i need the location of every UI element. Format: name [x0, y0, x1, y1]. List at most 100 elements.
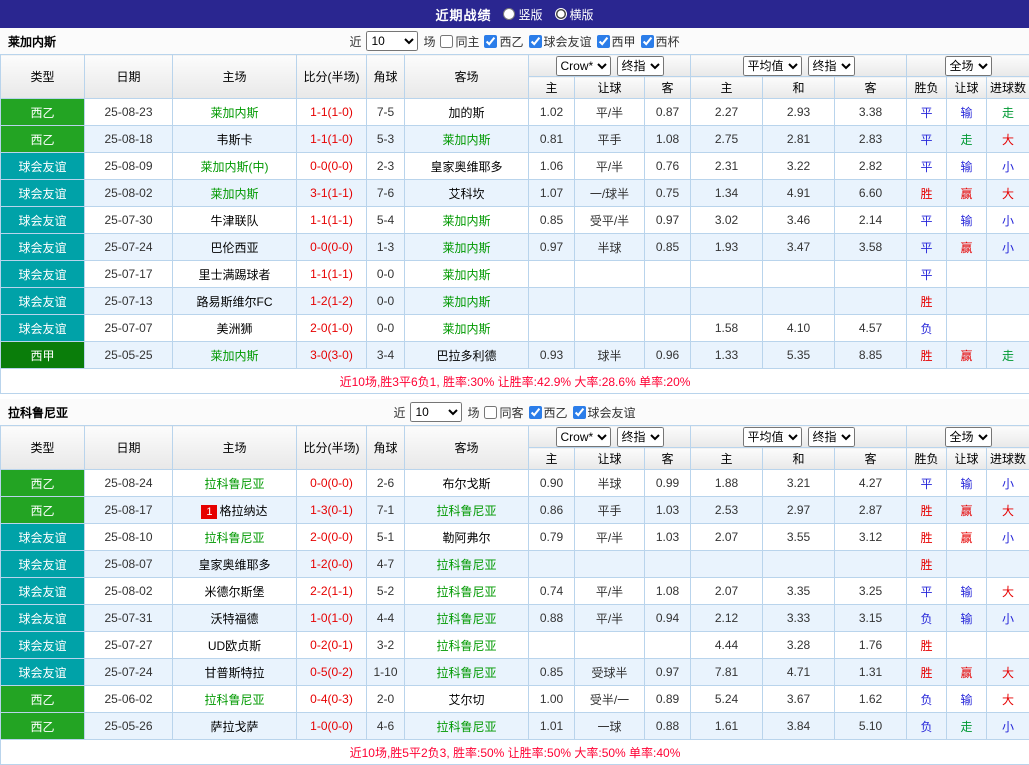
odds-company-select[interactable]: Crow*	[556, 56, 611, 76]
average-select[interactable]: 平均值	[743, 427, 802, 447]
goals-result-cell: 小	[987, 470, 1029, 497]
away-team-cell: 拉科鲁尼亚	[405, 497, 529, 524]
average-stage-select[interactable]: 终指	[808, 56, 855, 76]
away-team-link[interactable]: 莱加内斯	[442, 295, 490, 309]
away-team-link[interactable]: 莱加内斯	[442, 214, 490, 228]
league-filter[interactable]: 西乙	[484, 33, 523, 50]
header-row-groups: 类型日期主场比分(半场)角球客场Crow*终指平均值终指全场	[1, 55, 1029, 77]
away-team-link[interactable]: 拉科鲁尼亚	[436, 612, 496, 626]
odds-handicap-cell: 球半	[575, 342, 645, 369]
away-team-link[interactable]: 加的斯	[448, 106, 484, 120]
away-team-link[interactable]: 拉科鲁尼亚	[436, 666, 496, 680]
league-type-cell: 球会友谊	[1, 261, 85, 288]
home-team-link[interactable]: 米德尔斯堡	[204, 585, 264, 599]
avg-draw-cell: 3.67	[763, 686, 835, 713]
away-team-link[interactable]: 拉科鲁尼亚	[436, 558, 496, 572]
average-select[interactable]: 平均值	[743, 56, 802, 76]
odds-stage-select[interactable]: 终指	[617, 56, 664, 76]
league-checkbox[interactable]	[597, 35, 610, 48]
home-team-link[interactable]: 莱加内斯	[210, 187, 258, 201]
scope-select-group: 全场	[907, 55, 1029, 77]
league-checkbox[interactable]	[529, 406, 542, 419]
home-team-link[interactable]: 沃特福德	[210, 612, 258, 626]
away-team-link[interactable]: 艾科坎	[448, 187, 484, 201]
match-row: 西乙25-08-23莱加内斯1-1(1-0)7-5加的斯1.02平/半0.872…	[1, 99, 1029, 126]
home-team-link[interactable]: 牛津联队	[210, 214, 258, 228]
sub-column-header: 客	[835, 448, 907, 470]
match-date: 25-06-02	[85, 686, 173, 713]
match-count-select[interactable]: 10	[366, 31, 418, 51]
home-team-link[interactable]: 莱加内斯	[210, 349, 258, 363]
match-count-select[interactable]: 10	[410, 402, 462, 422]
corner-cell: 5-3	[367, 126, 405, 153]
league-checkbox[interactable]	[484, 35, 497, 48]
home-team-link[interactable]: 莱加内斯(中)	[201, 160, 269, 174]
home-team-link[interactable]: 莱加内斯	[210, 106, 258, 120]
away-team-link[interactable]: 莱加内斯	[442, 241, 490, 255]
avg-home-cell: 1.33	[691, 342, 763, 369]
corner-cell: 1-3	[367, 234, 405, 261]
away-team-link[interactable]: 拉科鲁尼亚	[436, 639, 496, 653]
home-team-link[interactable]: 韦斯卡	[216, 133, 252, 147]
away-team-link[interactable]: 巴拉多利德	[436, 349, 496, 363]
home-team-link[interactable]: 格拉纳达	[219, 504, 267, 518]
same-venue-checkbox[interactable]	[440, 35, 453, 48]
team-sections: 莱加内斯近10场同主西乙球会友谊西甲西杯类型日期主场比分(半场)角球客场Crow…	[0, 28, 1029, 765]
away-team-link[interactable]: 拉科鲁尼亚	[436, 504, 496, 518]
scope-select[interactable]: 全场	[945, 56, 992, 76]
away-team-cell: 勒阿弗尔	[405, 524, 529, 551]
sub-column-header: 进球数	[987, 448, 1029, 470]
league-checkbox[interactable]	[529, 35, 542, 48]
away-team-link[interactable]: 皇家奥维耶多	[430, 160, 502, 174]
league-checkbox[interactable]	[641, 35, 654, 48]
match-date: 25-07-30	[85, 207, 173, 234]
scope-select[interactable]: 全场	[945, 427, 992, 447]
away-team-link[interactable]: 拉科鲁尼亚	[436, 585, 496, 599]
home-team-link[interactable]: 皇家奥维耶多	[198, 558, 270, 572]
home-team-link[interactable]: 萨拉戈萨	[210, 720, 258, 734]
home-team-link[interactable]: UD欧贞斯	[208, 639, 261, 653]
layout-option-horizontal[interactable]: 横版	[555, 6, 594, 23]
odds-handicap-cell: 平/半	[575, 605, 645, 632]
vertical-layout-radio[interactable]	[503, 8, 515, 20]
handicap-result-cell: 赢	[947, 524, 987, 551]
league-filter[interactable]: 球会友谊	[573, 404, 636, 421]
away-team-link[interactable]: 莱加内斯	[442, 133, 490, 147]
league-filter[interactable]: 球会友谊	[529, 33, 592, 50]
away-team-link[interactable]: 拉科鲁尼亚	[436, 720, 496, 734]
league-filter[interactable]: 西甲	[597, 33, 636, 50]
odds-company-select[interactable]: Crow*	[556, 427, 611, 447]
horizontal-layout-radio[interactable]	[555, 8, 567, 20]
scope-select-group: 全场	[907, 426, 1029, 448]
avg-home-cell: 2.75	[691, 126, 763, 153]
match-row: 球会友谊25-07-07美洲狮2-0(1-0)0-0莱加内斯1.584.104.…	[1, 315, 1029, 342]
layout-option-vertical[interactable]: 竖版	[503, 6, 542, 23]
away-team-link[interactable]: 布尔戈斯	[442, 477, 490, 491]
same-venue-checkbox[interactable]	[484, 406, 497, 419]
league-filter[interactable]: 西杯	[641, 33, 680, 50]
home-team-link[interactable]: 拉科鲁尼亚	[204, 477, 264, 491]
home-team-link[interactable]: 美洲狮	[216, 322, 252, 336]
league-checkbox[interactable]	[573, 406, 586, 419]
league-type-cell: 西乙	[1, 713, 85, 740]
home-team-link[interactable]: 拉科鲁尼亚	[204, 693, 264, 707]
odds-stage-select[interactable]: 终指	[617, 427, 664, 447]
home-team-link[interactable]: 里士满踢球者	[198, 268, 270, 282]
same-venue-filter[interactable]: 同主	[440, 33, 479, 50]
away-team-link[interactable]: 勒阿弗尔	[442, 531, 490, 545]
avg-draw-cell: 3.35	[763, 578, 835, 605]
home-team-link[interactable]: 巴伦西亚	[210, 241, 258, 255]
home-team-link[interactable]: 路易斯维尔FC	[197, 295, 273, 309]
home-team-link[interactable]: 甘普斯特拉	[204, 666, 264, 680]
away-team-link[interactable]: 莱加内斯	[442, 322, 490, 336]
average-stage-select[interactable]: 终指	[808, 427, 855, 447]
league-filter[interactable]: 西乙	[529, 404, 568, 421]
goals-result-cell: 小	[987, 207, 1029, 234]
home-team-link[interactable]: 拉科鲁尼亚	[204, 531, 264, 545]
match-date: 25-07-31	[85, 605, 173, 632]
away-team-link[interactable]: 艾尔切	[448, 693, 484, 707]
column-header-away: 客场	[405, 426, 529, 470]
same-venue-filter[interactable]: 同客	[484, 404, 523, 421]
avg-draw-cell: 3.33	[763, 605, 835, 632]
away-team-link[interactable]: 莱加内斯	[442, 268, 490, 282]
